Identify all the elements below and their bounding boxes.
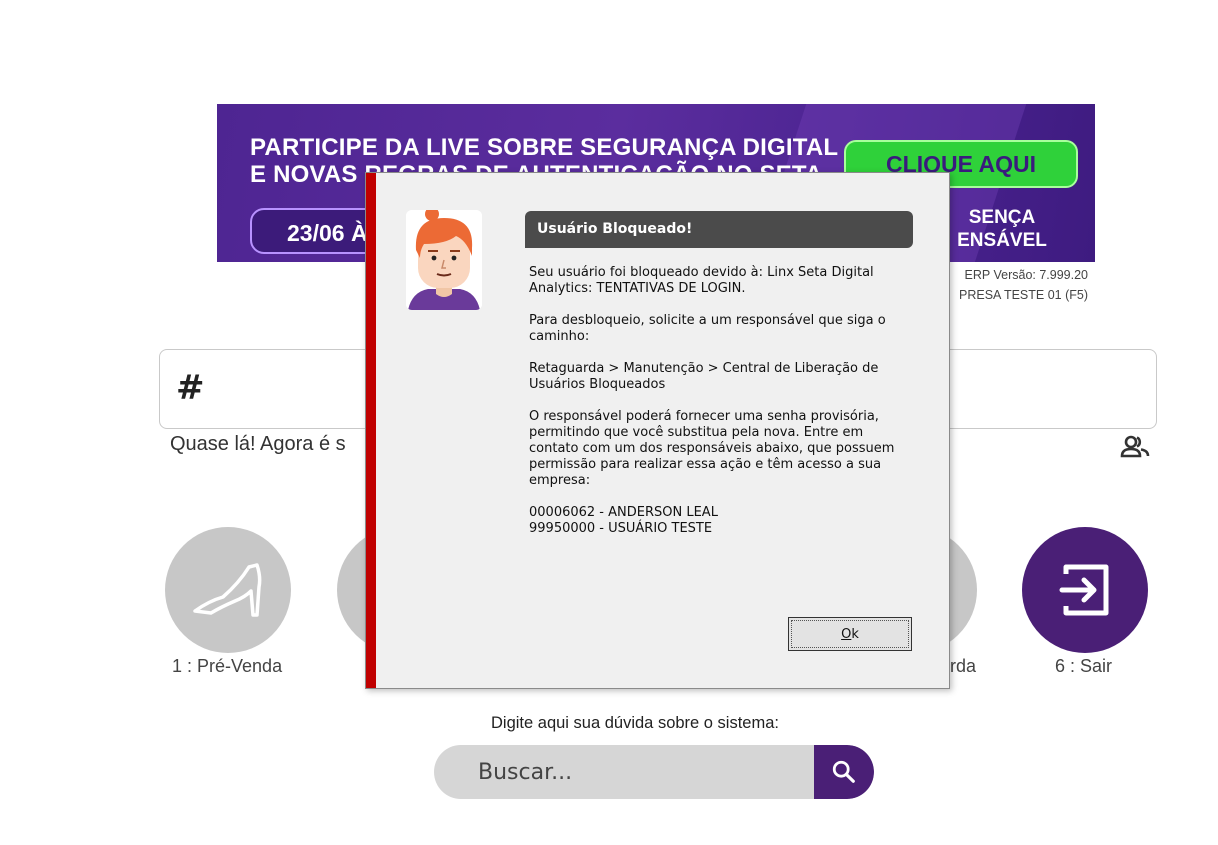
user-avatar-icon	[406, 210, 482, 310]
dialog-contact-2: 99950000 - USUÁRIO TESTE	[529, 521, 713, 536]
users-icon[interactable]	[1120, 434, 1150, 462]
blocked-user-dialog: Usuário Bloqueado! Seu usuário foi bloqu…	[365, 172, 950, 689]
dialog-reason: Seu usuário foi bloqueado devido à: Linx…	[529, 265, 874, 296]
dialog-path: Retaguarda > Manutenção > Central de Lib…	[529, 361, 879, 392]
dialog-instruction: Para desbloqueio, solicite a um responsá…	[529, 313, 886, 344]
shortcut-label-sair: 6 : Sair	[1055, 656, 1113, 676]
dialog-details: O responsável poderá fornecer uma senha …	[529, 409, 895, 488]
dialog-warning-stripe	[366, 173, 376, 688]
shortcut-sair[interactable]	[1022, 527, 1148, 653]
high-heel-icon	[193, 563, 262, 617]
code-input-value: #	[176, 368, 205, 408]
shortcut-pre-venda[interactable]	[165, 527, 291, 653]
ok-button-mnemonic: O	[841, 626, 852, 642]
avatar	[406, 210, 482, 310]
exit-icon	[1059, 564, 1109, 616]
search-caption: Digite aqui sua dúvida sobre o sistema:	[491, 714, 779, 732]
dialog-message: Seu usuário foi bloqueado devido à: Linx…	[529, 265, 909, 537]
dialog-title: Usuário Bloqueado!	[525, 211, 913, 248]
ok-button-label: k	[851, 626, 859, 642]
shortcut-label-5: rda	[950, 656, 977, 676]
shortcut-label-pre-venda: 1 : Pré-Venda	[172, 656, 283, 676]
search-bar	[434, 745, 874, 799]
banner-headline-line1: PARTICIPE DA LIVE SOBRE SEGURANÇA DIGITA…	[250, 134, 839, 161]
dialog-contact-1: 00006062 - ANDERSON LEAL	[529, 505, 718, 520]
ok-button[interactable]: Ok	[788, 617, 912, 651]
search-icon	[832, 760, 855, 783]
search-button[interactable]	[814, 745, 874, 799]
search-input[interactable]	[434, 745, 814, 799]
hint-text: Quase lá! Agora é s	[170, 433, 346, 455]
